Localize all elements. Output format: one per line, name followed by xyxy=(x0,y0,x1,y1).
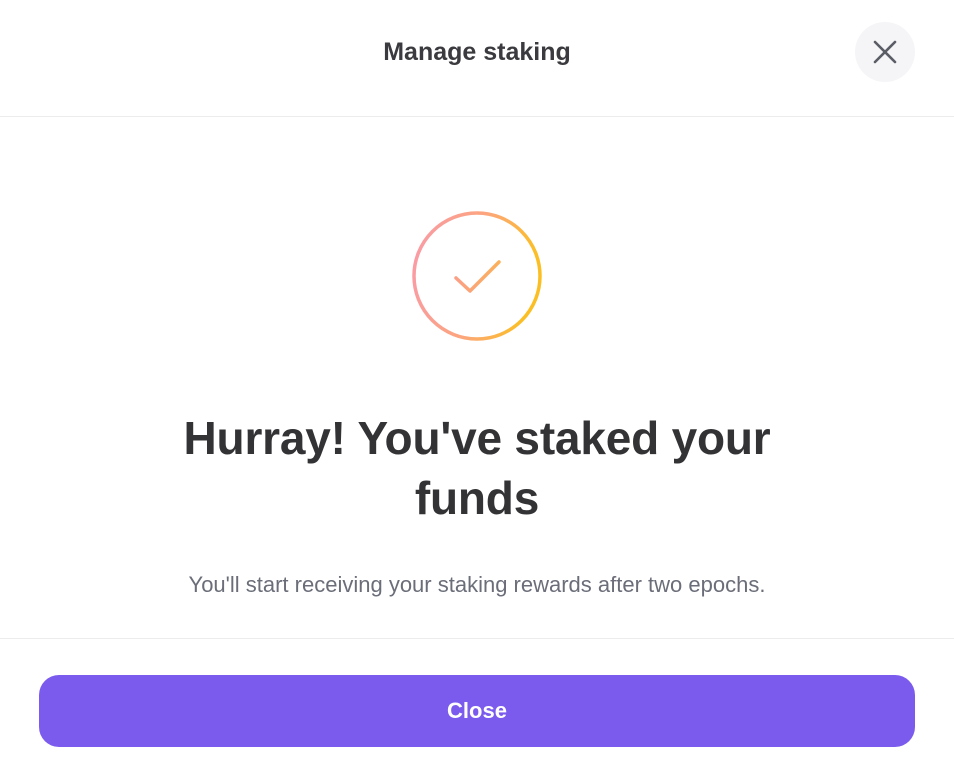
checkmark-circle-icon xyxy=(412,211,542,341)
modal-title: Manage staking xyxy=(383,38,571,66)
footer-divider xyxy=(0,638,954,639)
staking-success-modal: Manage staking Hurray! You've staked you… xyxy=(0,0,954,768)
close-icon xyxy=(873,40,897,64)
close-modal-button[interactable] xyxy=(855,22,915,82)
modal-header: Manage staking xyxy=(0,0,954,117)
success-message: You'll start receiving your staking rewa… xyxy=(188,572,766,597)
close-button[interactable]: Close xyxy=(39,675,915,747)
success-headline: Hurray! You've staked your funds xyxy=(183,412,771,524)
